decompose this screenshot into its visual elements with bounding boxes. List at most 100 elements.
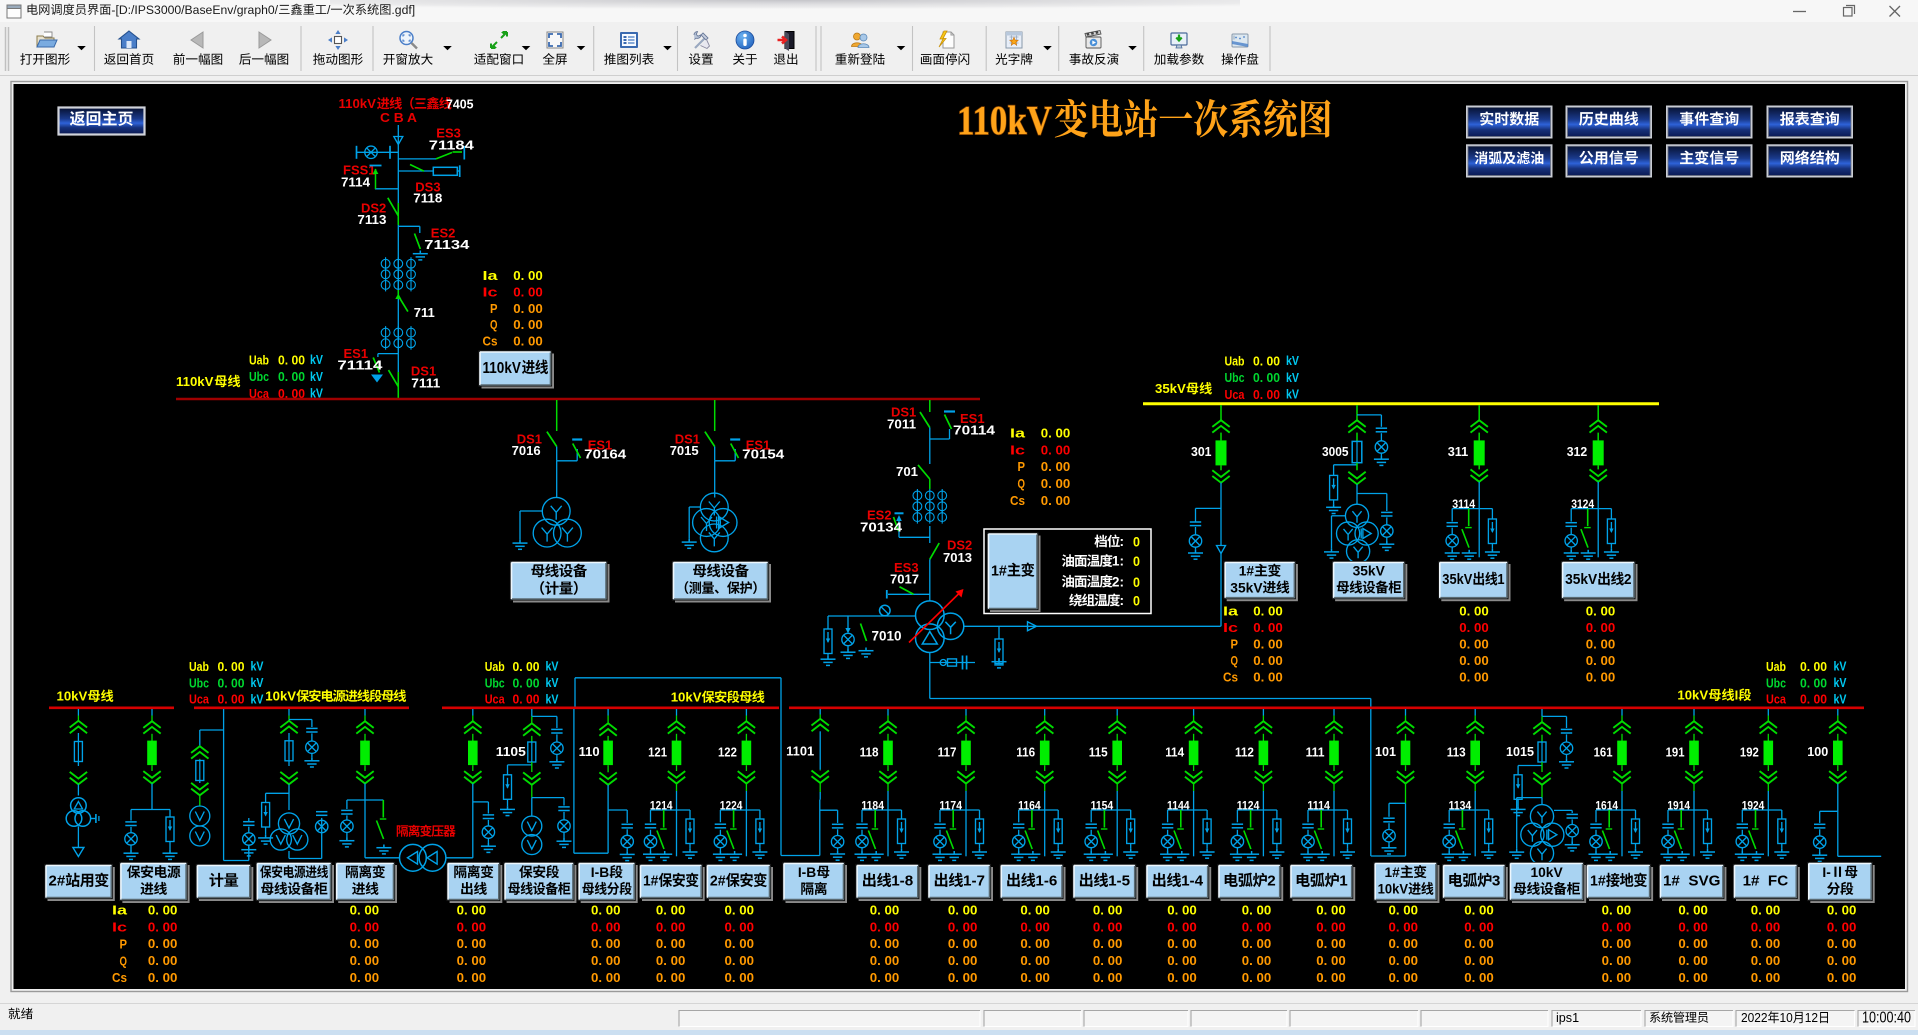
svg-text:0. 00: 0. 00 [1678,953,1708,968]
svg-text:0. 00: 0. 00 [1678,919,1708,934]
svg-text:.gdf]: .gdf] [391,3,415,17]
svg-text:3: 3 [1492,873,1500,890]
svg-text:10kV: 10kV [671,690,702,705]
svg-text:Ubc: Ubc [1766,675,1786,690]
svg-text:0. 00: 0. 00 [1800,692,1827,707]
svg-text:0. 00: 0. 00 [1093,903,1123,918]
svg-text:0. 00: 0. 00 [656,953,686,968]
svg-text:0. 00: 0. 00 [350,936,380,951]
svg-text:0. 00: 0. 00 [1751,903,1781,918]
svg-text:0. 00: 0. 00 [1586,620,1616,635]
svg-text:0. 00: 0. 00 [1020,936,1050,951]
svg-text:7010: 7010 [872,628,902,643]
svg-text::: : [1119,593,1124,608]
svg-text:0. 00: 0. 00 [1459,670,1489,685]
svg-text:-[D:/IPS3000/BaseEnv/graph0/: -[D:/IPS3000/BaseEnv/graph0/ [111,3,278,17]
svg-text:0: 0 [1133,554,1140,569]
svg-text:0: 0 [1133,594,1140,609]
svg-text:0. 00: 0. 00 [1093,970,1123,985]
svg-text:1-5: 1-5 [1108,873,1131,890]
svg-text:71114: 71114 [337,357,383,372]
svg-text:0. 00: 0. 00 [1678,903,1708,918]
svg-text:0. 00: 0. 00 [1464,953,1494,968]
svg-text:0. 00: 0. 00 [1751,919,1781,934]
svg-text:0. 00: 0. 00 [1459,653,1489,668]
svg-text:0. 00: 0. 00 [656,903,686,918]
svg-text:7016: 7016 [512,443,541,458]
svg-text:Uab: Uab [249,353,269,368]
svg-text:0. 00: 0. 00 [1751,936,1781,951]
svg-text:Ubc: Ubc [189,675,209,690]
svg-text:0. 00: 0. 00 [1316,903,1346,918]
svg-text:0. 00: 0. 00 [457,919,487,934]
svg-text:0. 00: 0. 00 [513,334,543,349]
svg-text:0. 00: 0. 00 [148,953,178,968]
svg-text:0. 00: 0. 00 [591,953,621,968]
svg-text:Cs: Cs [112,970,127,985]
svg-text:0. 00: 0. 00 [1586,637,1616,652]
svg-text:70164: 70164 [584,446,627,461]
svg-text:192: 192 [1740,746,1759,760]
svg-text:35kV: 35kV [1565,571,1598,587]
svg-text:C B A: C B A [380,111,417,125]
svg-text:7405: 7405 [446,97,474,112]
svg-text:0. 00: 0. 00 [1316,970,1346,985]
svg-text:I-B: I-B [591,865,609,880]
svg-text:Q: Q [490,317,498,332]
svg-text:kV: kV [251,692,265,706]
svg-text:70154: 70154 [742,446,785,461]
svg-text:0. 00: 0. 00 [350,903,380,918]
svg-text:0. 00: 0. 00 [457,903,487,918]
svg-text:0. 00: 0. 00 [148,970,178,985]
svg-text:0. 00: 0. 00 [1800,659,1827,674]
svg-text:114: 114 [1165,746,1184,760]
svg-text:kV: kV [310,370,324,384]
svg-text:kV: kV [310,353,324,367]
svg-text:0. 00: 0. 00 [1602,970,1632,985]
svg-text:I: I [1735,688,1739,703]
svg-text:P: P [120,936,128,951]
svg-text:Ia: Ia [1223,604,1239,619]
svg-text:111: 111 [1306,746,1325,760]
svg-text:Ia: Ia [483,268,499,283]
svg-text:35kV: 35kV [1155,381,1186,396]
svg-text:118: 118 [860,746,879,760]
svg-text:10kV: 10kV [1677,688,1708,703]
svg-text:0. 00: 0. 00 [870,919,900,934]
svg-text:35kV: 35kV [1353,563,1386,578]
svg-text:113: 113 [1447,746,1466,760]
svg-text:Uab: Uab [189,659,209,674]
svg-text:0. 00: 0. 00 [1167,903,1197,918]
svg-text::: : [1119,534,1124,549]
svg-text:/: / [327,3,331,17]
svg-text:0. 00: 0. 00 [1602,903,1632,918]
svg-text:Cs: Cs [483,334,498,349]
svg-text:0. 00: 0. 00 [1389,903,1419,918]
svg-text:0. 00: 0. 00 [1242,970,1272,985]
svg-text:2#: 2# [710,873,726,890]
svg-text:0. 00: 0. 00 [1827,970,1857,985]
svg-text:101: 101 [1375,745,1396,759]
svg-text:10kV: 10kV [1530,865,1563,880]
svg-text:35kV: 35kV [1230,580,1263,595]
svg-text:1-7: 1-7 [963,873,985,890]
svg-text:Uca: Uca [1766,692,1787,707]
svg-text:0. 00: 0. 00 [1602,919,1632,934]
svg-text:0. 00: 0. 00 [350,953,380,968]
svg-text:0. 00: 0. 00 [1464,903,1494,918]
svg-text:0. 00: 0. 00 [513,675,540,690]
svg-text:0. 00: 0. 00 [350,970,380,985]
svg-text:1#: 1# [1384,865,1400,880]
svg-text:kV: kV [251,676,265,690]
svg-text:Q: Q [1018,476,1026,491]
svg-text:7011: 7011 [887,416,916,431]
svg-text:P: P [1231,637,1239,652]
svg-text:0. 00: 0. 00 [948,970,978,985]
svg-text:0. 00: 0. 00 [457,936,487,951]
svg-text:0. 00: 0. 00 [1041,426,1071,441]
svg-text:0. 00: 0. 00 [656,919,686,934]
svg-text:0. 00: 0. 00 [1253,604,1283,619]
svg-text:0. 00: 0. 00 [513,301,543,316]
svg-text:0. 00: 0. 00 [870,970,900,985]
svg-text:0. 00: 0. 00 [1678,970,1708,985]
